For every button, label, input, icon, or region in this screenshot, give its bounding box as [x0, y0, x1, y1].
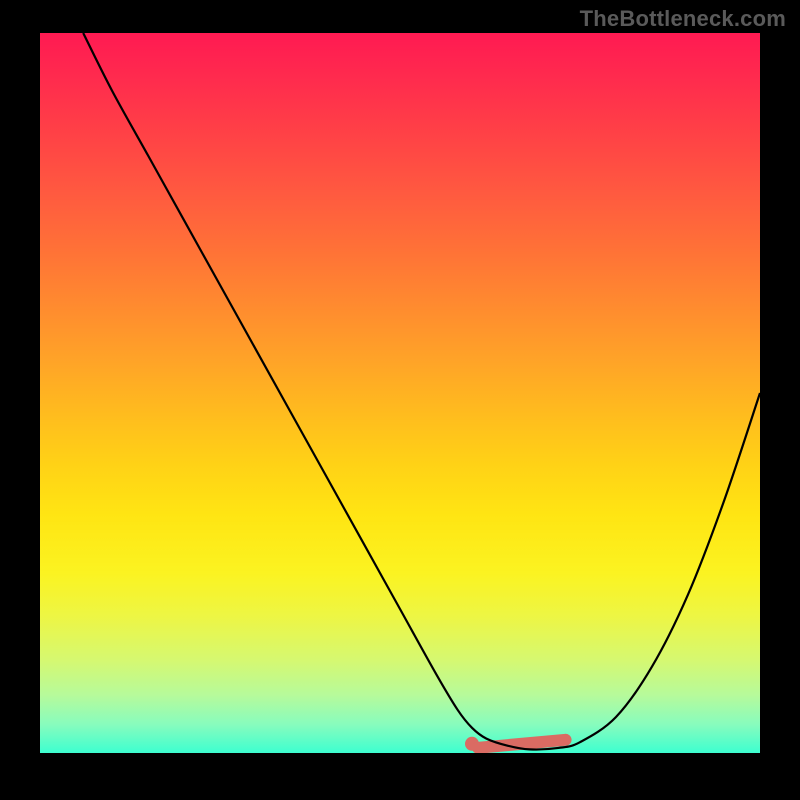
chart-plot-area: [40, 33, 760, 753]
watermark-text: TheBottleneck.com: [580, 6, 786, 32]
bottleneck-curve: [83, 33, 760, 750]
chart-svg: [40, 33, 760, 753]
